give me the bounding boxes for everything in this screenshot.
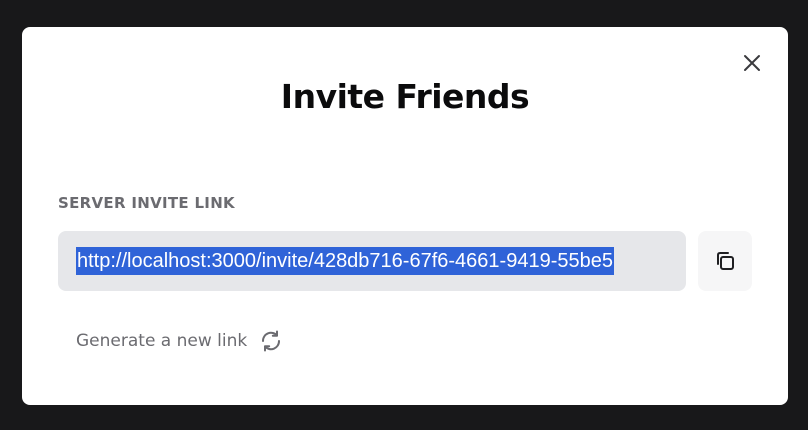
invite-link-text[interactable]: http://localhost:3000/invite/428db716-67…	[76, 247, 614, 275]
dialog-title: Invite Friends	[280, 77, 530, 116]
invite-friends-dialog: Invite Friends SERVER INVITE LINK http:/…	[22, 27, 788, 405]
refresh-icon	[259, 329, 283, 353]
generate-new-link-button[interactable]: Generate a new link	[76, 329, 283, 353]
generate-new-link-label: Generate a new link	[76, 331, 248, 351]
copy-icon	[717, 252, 734, 270]
close-button[interactable]	[740, 51, 764, 75]
server-invite-link-label: SERVER INVITE LINK	[58, 194, 235, 212]
copy-link-button[interactable]	[698, 231, 752, 291]
invite-link-input[interactable]: http://localhost:3000/invite/428db716-67…	[58, 231, 686, 291]
close-icon	[744, 55, 760, 71]
